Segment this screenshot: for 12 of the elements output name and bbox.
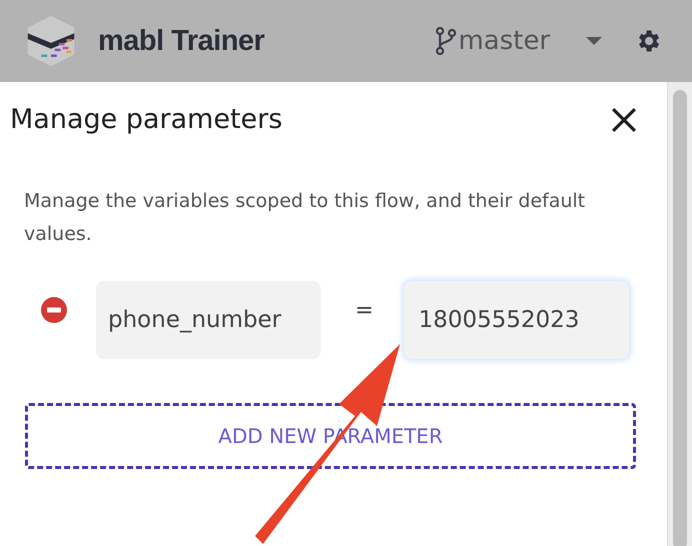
remove-icon[interactable] xyxy=(40,296,68,324)
parameter-name-field[interactable]: phone_number xyxy=(96,281,321,359)
description-text: Manage the variables scoped to this flow, and their default values. xyxy=(24,189,586,247)
caret-icon[interactable] xyxy=(586,37,602,45)
scrollbar-thumb[interactable] xyxy=(673,90,687,546)
panel-title: Manage parameters xyxy=(10,104,282,135)
close-icon[interactable] xyxy=(611,106,637,132)
branch-dropdown[interactable]: master xyxy=(458,26,550,56)
app-title: mabl Trainer xyxy=(98,24,264,58)
branch-icon xyxy=(436,27,456,55)
equals-sign: = xyxy=(355,298,374,322)
parameter-value-field[interactable]: 18005552023 xyxy=(404,281,630,359)
